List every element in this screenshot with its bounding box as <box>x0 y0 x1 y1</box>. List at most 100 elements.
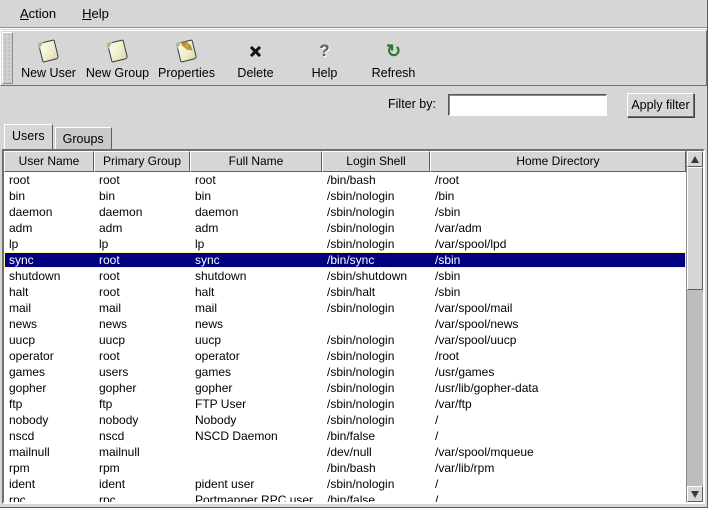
table-cell: halt <box>190 284 322 300</box>
new-group-button[interactable]: New Group <box>83 31 152 85</box>
table-cell: /sbin/nologin <box>322 476 430 492</box>
table-row[interactable]: admadmadm/sbin/nologin/var/adm <box>4 220 686 236</box>
scrollbar-thumb[interactable] <box>687 167 703 290</box>
table-cell: bin <box>190 188 322 204</box>
table-row[interactable]: daemondaemondaemon/sbin/nologin/sbin <box>4 204 686 220</box>
table-cell: /bin/false <box>322 492 430 502</box>
table-cell: /bin <box>430 188 686 204</box>
table-cell: /bin/false <box>322 428 430 444</box>
menu-bar: Action Help <box>0 0 707 28</box>
table-cell: / <box>430 412 686 428</box>
table-cell: /var/spool/uucp <box>430 332 686 348</box>
header-primary-group[interactable]: Primary Group <box>94 151 190 172</box>
table-cell: /var/ftp <box>430 396 686 412</box>
help-label: Help <box>312 66 338 80</box>
table-cell: daemon <box>4 204 94 220</box>
table-cell: users <box>94 364 190 380</box>
table-row[interactable]: haltroothalt/sbin/halt/sbin <box>4 284 686 300</box>
table-row[interactable]: syncrootsync/bin/sync/sbin <box>4 252 686 268</box>
table-row[interactable]: rootrootroot/bin/bash/root <box>4 172 686 188</box>
table-cell: uucp <box>4 332 94 348</box>
table-row[interactable]: nscdnscdNSCD Daemon/bin/false/ <box>4 428 686 444</box>
header-home-directory[interactable]: Home Directory <box>430 151 686 172</box>
toolbar-drag-handle[interactable] <box>2 32 13 84</box>
table-cell: adm <box>94 220 190 236</box>
header-full-name[interactable]: Full Name <box>190 151 322 172</box>
vertical-scrollbar[interactable] <box>686 151 703 502</box>
table-row[interactable]: binbinbin/sbin/nologin/bin <box>4 188 686 204</box>
table-cell: lp <box>190 236 322 252</box>
table-cell: /var/spool/news <box>430 316 686 332</box>
table-cell: root <box>94 348 190 364</box>
tab-users[interactable]: Users <box>4 124 53 149</box>
table-cell: news <box>94 316 190 332</box>
menu-help[interactable]: Help <box>72 2 119 25</box>
table-cell: /sbin/nologin <box>322 332 430 348</box>
table-row[interactable]: gamesusersgames/sbin/nologin/usr/games <box>4 364 686 380</box>
table-cell: mail <box>190 300 322 316</box>
table-row[interactable]: mailmailmail/sbin/nologin/var/spool/mail <box>4 300 686 316</box>
table-cell: / <box>430 428 686 444</box>
properties-note-pencil-icon: ✎ <box>178 38 195 64</box>
table-row[interactable]: lplplp/sbin/nologin/var/spool/lpd <box>4 236 686 252</box>
scroll-up-button[interactable] <box>687 151 703 167</box>
table-row[interactable]: identidentpident user/sbin/nologin/ <box>4 476 686 492</box>
table-row[interactable]: rpmrpm/bin/bash/var/lib/rpm <box>4 460 686 476</box>
table-cell: NSCD Daemon <box>190 428 322 444</box>
new-user-button[interactable]: New User <box>14 31 83 85</box>
properties-button[interactable]: ✎ Properties <box>152 31 221 85</box>
scrollbar-track[interactable] <box>687 167 703 486</box>
notebook-tabs: Users Groups <box>4 124 112 149</box>
table-row[interactable]: mailnullmailnull/dev/null/var/spool/mque… <box>4 444 686 460</box>
menu-action[interactable]: Action <box>10 2 66 25</box>
apply-filter-button[interactable]: Apply filter <box>627 93 694 117</box>
table-cell: /bin/sync <box>322 252 430 268</box>
table-row[interactable]: operatorrootoperator/sbin/nologin/root <box>4 348 686 364</box>
table-row[interactable]: ftpftpFTP User/sbin/nologin/var/ftp <box>4 396 686 412</box>
table-row[interactable]: newsnewsnews/var/spool/news <box>4 316 686 332</box>
table-cell: /sbin/nologin <box>322 412 430 428</box>
toolbar: New User New Group ✎ Properties Delete ?… <box>0 30 707 86</box>
table-cell: /sbin/nologin <box>322 300 430 316</box>
table-cell: ident <box>4 476 94 492</box>
user-table-body: rootrootroot/bin/bash/rootbinbinbin/sbin… <box>4 172 686 502</box>
help-question-icon: ? <box>319 38 329 64</box>
table-cell: rpc <box>94 492 190 502</box>
table-cell: nscd <box>94 428 190 444</box>
table-cell: uucp <box>94 332 190 348</box>
filter-input[interactable] <box>448 94 607 116</box>
header-user-name[interactable]: User Name <box>4 151 94 172</box>
table-cell: /var/adm <box>430 220 686 236</box>
delete-button[interactable]: Delete <box>221 31 290 85</box>
table-cell: rpc <box>4 492 94 502</box>
table-cell: mail <box>4 300 94 316</box>
table-cell: root <box>94 172 190 188</box>
table-cell: nobody <box>94 412 190 428</box>
refresh-button[interactable]: ↻ Refresh <box>359 31 428 85</box>
table-row[interactable]: gophergophergopher/sbin/nologin/usr/lib/… <box>4 380 686 396</box>
arrow-up-icon <box>691 156 699 163</box>
table-row[interactable]: nobodynobodyNobody/sbin/nologin/ <box>4 412 686 428</box>
table-cell: mail <box>94 300 190 316</box>
table-cell: games <box>4 364 94 380</box>
refresh-arrows-icon: ↻ <box>386 38 401 64</box>
table-cell: /dev/null <box>322 444 430 460</box>
properties-label: Properties <box>158 66 215 80</box>
table-cell: gopher <box>190 380 322 396</box>
help-button[interactable]: ? Help <box>290 31 359 85</box>
table-cell: adm <box>4 220 94 236</box>
table-row[interactable]: rpcrpcPortmapper RPC user/bin/false/ <box>4 492 686 502</box>
user-table: User Name Primary Group Full Name Login … <box>2 149 705 504</box>
table-cell: /sbin/halt <box>322 284 430 300</box>
table-cell: lp <box>94 236 190 252</box>
tab-groups[interactable]: Groups <box>55 127 112 149</box>
table-row[interactable]: uucpuucpuucp/sbin/nologin/var/spool/uucp <box>4 332 686 348</box>
table-cell: /sbin/nologin <box>322 236 430 252</box>
table-cell: adm <box>190 220 322 236</box>
refresh-label: Refresh <box>372 66 416 80</box>
scroll-down-button[interactable] <box>687 486 703 502</box>
header-login-shell[interactable]: Login Shell <box>322 151 430 172</box>
table-row[interactable]: shutdownrootshutdown/sbin/shutdown/sbin <box>4 268 686 284</box>
table-cell: /sbin/shutdown <box>322 268 430 284</box>
table-cell: root <box>94 284 190 300</box>
